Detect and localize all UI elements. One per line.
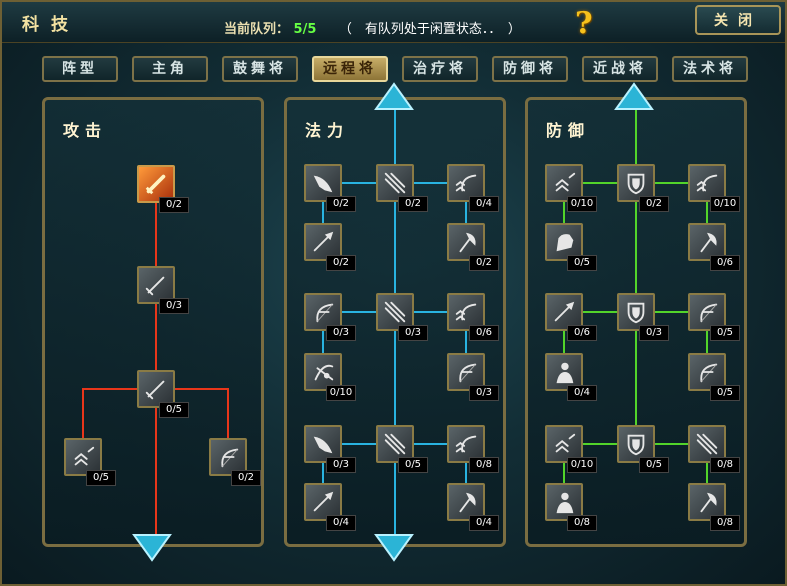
window-title: 科技 bbox=[22, 15, 80, 35]
skill-level: 0/5 bbox=[710, 325, 740, 341]
skill-node[interactable]: 0/3 bbox=[447, 353, 499, 401]
help-icon[interactable]: ? bbox=[575, 6, 593, 41]
skill-level: 0/6 bbox=[710, 255, 740, 271]
tab-5[interactable]: 防御将 bbox=[492, 56, 568, 82]
skill-node[interactable]: 0/10 bbox=[688, 164, 740, 212]
skill-level: 0/5 bbox=[86, 470, 116, 486]
tab-0[interactable]: 阵型 bbox=[42, 56, 118, 82]
tab-7[interactable]: 法术将 bbox=[672, 56, 748, 82]
skill-node[interactable]: 0/4 bbox=[447, 164, 499, 212]
skill-node[interactable]: 0/10 bbox=[304, 353, 356, 401]
skill-level: 0/4 bbox=[326, 515, 356, 531]
skill-level: 0/2 bbox=[469, 255, 499, 271]
skill-level: 0/2 bbox=[231, 470, 261, 486]
skill-level: 0/4 bbox=[469, 196, 499, 212]
skill-level: 0/6 bbox=[469, 325, 499, 341]
skill-node[interactable]: 0/3 bbox=[304, 293, 356, 341]
skill-level: 0/10 bbox=[567, 196, 597, 212]
skill-node[interactable]: 0/8 bbox=[688, 483, 740, 531]
skill-node[interactable]: 0/3 bbox=[376, 293, 428, 341]
skill-node[interactable]: 0/2 bbox=[304, 223, 356, 271]
skill-level: 0/5 bbox=[398, 457, 428, 473]
queue-label: 当前队列： bbox=[224, 22, 290, 37]
title-bar: 科技 当前队列： 5/5 （ 有队列处于闲置状态．． ） ? 关闭 bbox=[2, 2, 785, 43]
skill-level: 0/5 bbox=[710, 385, 740, 401]
tab-4[interactable]: 治疗将 bbox=[402, 56, 478, 82]
skill-level: 0/10 bbox=[326, 385, 356, 401]
skill-node[interactable]: 0/8 bbox=[688, 425, 740, 473]
scroll-up-arrow-icon[interactable] bbox=[374, 82, 414, 112]
defense-panel: 防御 0/10 0/2 0/10 0/5 0/6 0/6 0/3 0/5 0/4 0/5 0/10 0… bbox=[525, 97, 747, 547]
magic-panel: 法力 0/2 0/2 0/4 0/2 0/2 0/3 0/3 0/6 0/10 0/3 0/3 0/5… bbox=[284, 97, 506, 547]
skill-node[interactable]: 0/3 bbox=[304, 425, 356, 473]
skill-level: 0/8 bbox=[710, 515, 740, 531]
skill-level: 0/3 bbox=[639, 325, 669, 341]
skill-node[interactable]: 0/5 bbox=[617, 425, 669, 473]
skill-node[interactable]: 0/10 bbox=[545, 164, 597, 212]
skill-level: 0/4 bbox=[567, 385, 597, 401]
skill-node[interactable]: 0/5 bbox=[64, 438, 116, 486]
close-button[interactable]: 关闭 bbox=[695, 5, 781, 35]
queue-info: 当前队列： 5/5 （ 有队列处于闲置状态．． ） bbox=[224, 18, 521, 37]
skill-node[interactable]: 0/6 bbox=[545, 293, 597, 341]
skill-level: 0/3 bbox=[159, 298, 189, 314]
skill-level: 0/4 bbox=[469, 515, 499, 531]
skill-node[interactable]: 0/8 bbox=[545, 483, 597, 531]
skill-node[interactable]: 0/8 bbox=[447, 425, 499, 473]
scroll-down-arrow-icon[interactable] bbox=[374, 532, 414, 562]
skill-level: 0/8 bbox=[469, 457, 499, 473]
skill-level: 0/10 bbox=[710, 196, 740, 212]
skill-node[interactable]: 0/2 bbox=[209, 438, 261, 486]
skill-level: 0/10 bbox=[567, 457, 597, 473]
skill-level: 0/5 bbox=[639, 457, 669, 473]
skill-node[interactable]: 0/5 bbox=[137, 370, 189, 418]
skill-node[interactable]: 0/5 bbox=[688, 353, 740, 401]
skill-node[interactable]: 0/5 bbox=[545, 223, 597, 271]
skill-level: 0/5 bbox=[159, 402, 189, 418]
skill-level: 0/3 bbox=[469, 385, 499, 401]
skill-node[interactable]: 0/2 bbox=[304, 164, 356, 212]
skill-node[interactable]: 0/2 bbox=[447, 223, 499, 271]
tab-2[interactable]: 鼓舞将 bbox=[222, 56, 298, 82]
skill-level: 0/3 bbox=[326, 457, 356, 473]
skill-level: 0/2 bbox=[398, 196, 428, 212]
skill-level: 0/2 bbox=[159, 197, 189, 213]
skill-node[interactable]: 0/2 bbox=[137, 165, 189, 213]
skill-node[interactable]: 0/6 bbox=[688, 223, 740, 271]
tab-1[interactable]: 主角 bbox=[132, 56, 208, 82]
scroll-up-arrow-icon[interactable] bbox=[614, 82, 654, 112]
skill-node[interactable]: 0/6 bbox=[447, 293, 499, 341]
scroll-down-arrow-icon[interactable] bbox=[132, 532, 172, 562]
skill-node[interactable]: 0/5 bbox=[688, 293, 740, 341]
skill-level: 0/3 bbox=[326, 325, 356, 341]
skill-level: 0/8 bbox=[710, 457, 740, 473]
queue-count: 5/5 bbox=[293, 22, 317, 37]
skill-node[interactable]: 0/2 bbox=[376, 164, 428, 212]
skill-level: 0/8 bbox=[567, 515, 597, 531]
skill-node[interactable]: 0/5 bbox=[376, 425, 428, 473]
skill-node[interactable]: 0/3 bbox=[617, 293, 669, 341]
skill-node[interactable]: 0/4 bbox=[304, 483, 356, 531]
attack-panel: 攻击 0/2 0/3 0/5 0/5 0/2 bbox=[42, 97, 264, 547]
tab-6[interactable]: 近战将 bbox=[582, 56, 658, 82]
tech-window: 科技 当前队列： 5/5 （ 有队列处于闲置状态．． ） ? 关闭 阵型 主角 鼓舞… bbox=[0, 0, 787, 586]
tree-connector bbox=[82, 388, 137, 438]
tab-3[interactable]: 远程将 bbox=[312, 56, 388, 82]
skill-node[interactable]: 0/4 bbox=[447, 483, 499, 531]
skill-level: 0/2 bbox=[326, 255, 356, 271]
skill-node[interactable]: 0/10 bbox=[545, 425, 597, 473]
skill-level: 0/3 bbox=[398, 325, 428, 341]
skill-level: 0/2 bbox=[326, 196, 356, 212]
skill-level: 0/6 bbox=[567, 325, 597, 341]
skill-level: 0/5 bbox=[567, 255, 597, 271]
skill-node[interactable]: 0/4 bbox=[545, 353, 597, 401]
skill-level: 0/2 bbox=[639, 196, 669, 212]
skill-node[interactable]: 0/2 bbox=[617, 164, 669, 212]
queue-status: （ 有队列处于闲置状态．． ） bbox=[338, 22, 521, 37]
skill-node[interactable]: 0/3 bbox=[137, 266, 189, 314]
